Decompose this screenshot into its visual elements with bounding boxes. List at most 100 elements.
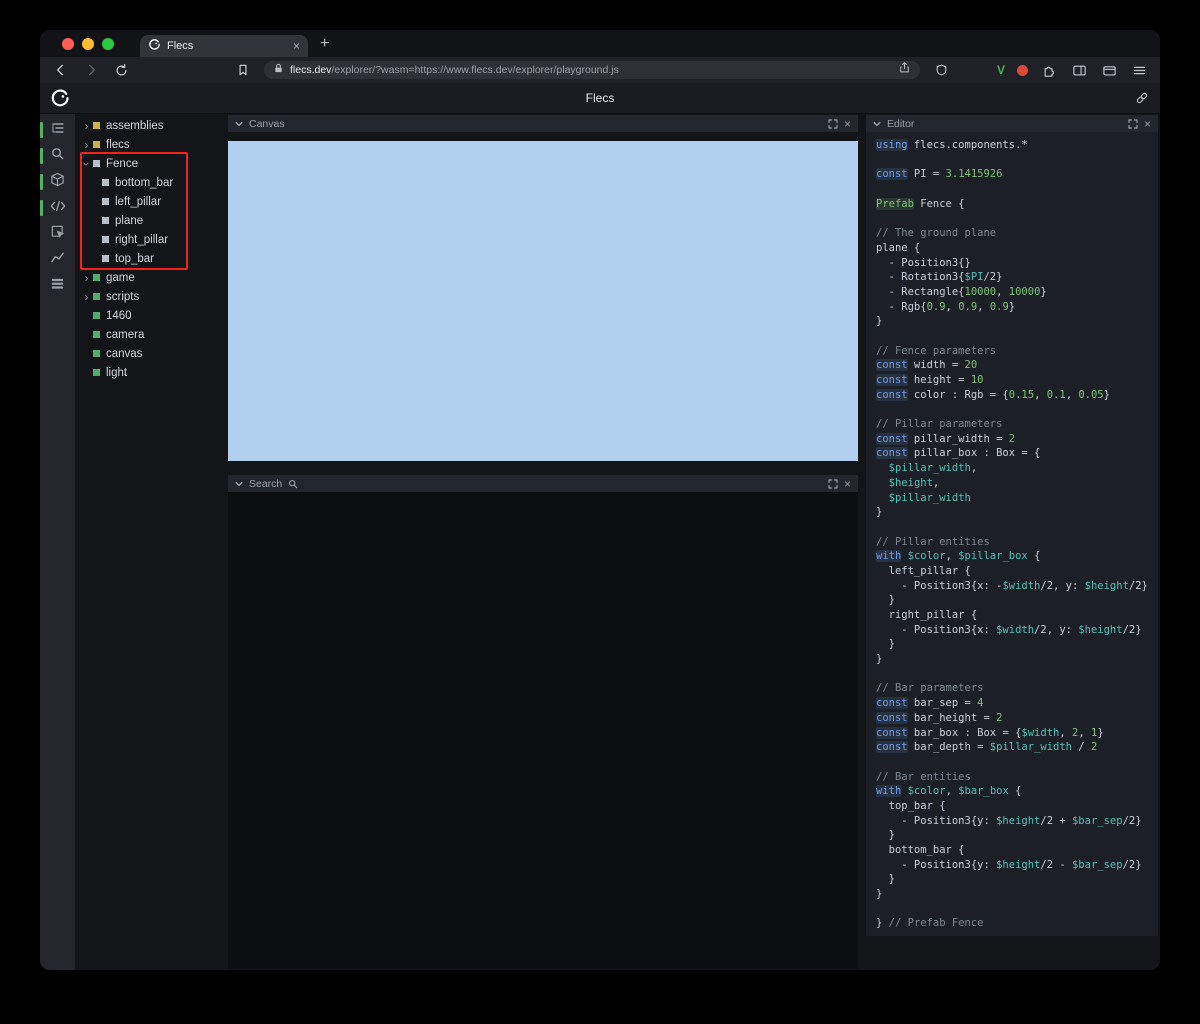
code-line: const color : Rgb = {0.15, 0.1, 0.05} (876, 388, 1110, 401)
menu-icon[interactable] (1130, 61, 1148, 79)
tree-item-flecs[interactable]: › flecs (75, 135, 228, 154)
tree-item-left_pillar[interactable]: left_pillar (75, 192, 228, 211)
entity-square-icon (102, 179, 109, 186)
tree-item-1460[interactable]: 1460 (75, 306, 228, 325)
tree-item-light[interactable]: light (75, 363, 228, 382)
code-line: - Rotation3{$PI/2} (876, 271, 1003, 284)
sidebar-toggle-icon[interactable] (1070, 61, 1088, 79)
rail-button-inspect[interactable] (40, 221, 75, 247)
code-line: } (876, 873, 895, 886)
forward-icon[interactable] (82, 61, 100, 79)
chevron-down-icon[interactable] (235, 120, 243, 128)
tree-item-Fence[interactable]: › Fence (75, 154, 228, 173)
close-icon[interactable]: × (844, 118, 851, 130)
code-line: } (876, 506, 883, 519)
share-icon[interactable] (898, 61, 911, 79)
icon-rail (40, 114, 75, 970)
search-results-area[interactable] (228, 492, 858, 969)
code-line: } // Prefab Fence (876, 917, 984, 930)
canvas-viewport[interactable] (228, 141, 858, 461)
entity-square-icon (93, 293, 100, 300)
expand-icon[interactable] (1128, 118, 1138, 129)
tree-item-label: canvas (106, 347, 143, 360)
url-bar[interactable]: flecs.dev/explorer/?wasm=https://www.fle… (264, 61, 920, 79)
tree-item-label: light (106, 366, 128, 379)
chevron-down-icon[interactable] (873, 120, 881, 128)
code-line: - Position3{x: $width/2, y: $height/2} (876, 623, 1142, 636)
tree-item-label: game (106, 271, 135, 284)
code-line: // Pillar entities (876, 535, 990, 548)
entity-square-icon (93, 141, 100, 148)
rail-active-indicator (40, 122, 43, 138)
tree-item-game[interactable]: › game (75, 268, 228, 287)
tree-expand-icon[interactable]: › (82, 272, 91, 284)
entity-square-icon (93, 331, 100, 338)
code-line: $height, (888, 476, 940, 489)
tree-expand-icon[interactable]: › (80, 159, 94, 168)
rail-button-stats[interactable] (40, 273, 75, 299)
tree-item-plane[interactable]: plane (75, 211, 228, 230)
code-line: // Bar parameters (876, 682, 984, 695)
rail-button-code[interactable] (40, 195, 75, 221)
tree-item-right_pillar[interactable]: right_pillar (75, 230, 228, 249)
new-tab-button[interactable]: + (320, 35, 329, 52)
entity-square-icon (93, 312, 100, 319)
rail-button-scene[interactable] (40, 169, 75, 195)
stats-icon (50, 276, 65, 296)
code-line: } (876, 888, 883, 901)
code-line: - Position3{x: -$width/2, y: $height/2} (876, 579, 1148, 592)
code-line: using flecs.components.* (876, 139, 1028, 151)
rail-active-indicator (40, 148, 43, 164)
record-icon[interactable] (1017, 64, 1028, 76)
expand-icon[interactable] (828, 478, 838, 489)
rail-button-outliner[interactable] (40, 117, 75, 143)
tree-item-scripts[interactable]: › scripts (75, 287, 228, 306)
shield-icon[interactable] (932, 61, 950, 79)
entity-square-icon (93, 160, 100, 167)
cube-icon (50, 172, 65, 192)
tree-expand-icon[interactable]: › (82, 291, 91, 303)
window-close-button[interactable] (62, 37, 74, 50)
tree-item-label: scripts (106, 290, 140, 303)
code-line: $pillar_width, (888, 462, 978, 475)
window-minimize-button[interactable] (82, 37, 94, 50)
tree-expand-icon[interactable]: › (82, 139, 91, 151)
reload-icon[interactable] (112, 61, 130, 79)
link-icon[interactable] (1134, 90, 1150, 111)
bookmark-icon[interactable] (234, 61, 252, 79)
back-icon[interactable] (52, 61, 70, 79)
flecs-favicon-icon (148, 38, 161, 54)
tree-expand-icon[interactable]: › (82, 120, 91, 132)
tree-item-assemblies[interactable]: › assemblies (75, 116, 228, 135)
code-line: } (876, 315, 883, 328)
search-panel: Search × (228, 475, 858, 969)
browser-tab[interactable]: Flecs × (140, 34, 308, 57)
page-title: Flecs (585, 91, 615, 105)
window-zoom-button[interactable] (102, 37, 114, 50)
v-extension-icon[interactable]: V (997, 63, 1005, 77)
expand-icon[interactable] (828, 118, 838, 129)
entity-square-icon (93, 369, 100, 376)
traffic-lights (62, 37, 114, 50)
wallet-icon[interactable] (1100, 61, 1118, 79)
code-line: top_bar { (876, 799, 946, 812)
rail-active-indicator (40, 200, 43, 216)
close-icon[interactable]: × (844, 478, 851, 490)
puzzle-icon[interactable] (1040, 61, 1058, 79)
tree-item-top_bar[interactable]: top_bar (75, 249, 228, 268)
editor-code[interactable]: using flecs.components.* const PI = 3.14… (866, 132, 1158, 931)
tree-item-camera[interactable]: camera (75, 325, 228, 344)
tab-close-icon[interactable]: × (293, 39, 300, 53)
code-line: // Bar entities (876, 770, 971, 783)
app-header: Flecs (40, 83, 1160, 114)
tree-item-canvas[interactable]: canvas (75, 344, 228, 363)
chevron-down-icon[interactable] (235, 480, 243, 488)
close-icon[interactable]: × (1144, 118, 1151, 130)
tree-item-bottom_bar[interactable]: bottom_bar (75, 173, 228, 192)
tree-item-label: top_bar (115, 252, 155, 265)
rail-button-search[interactable] (40, 143, 75, 169)
entity-square-icon (93, 350, 100, 357)
rail-button-chart[interactable] (40, 247, 75, 273)
